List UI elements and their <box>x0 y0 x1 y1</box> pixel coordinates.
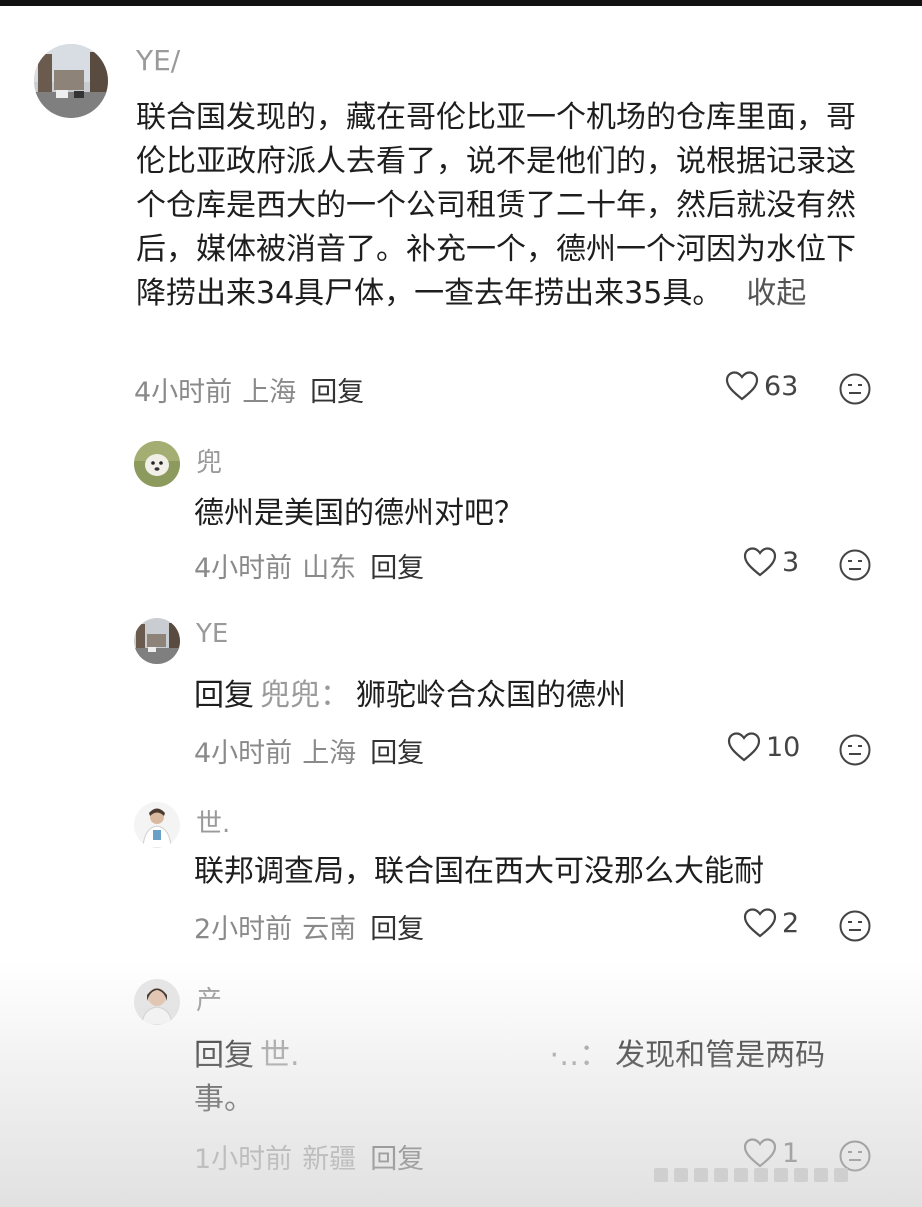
comment-meta: 4小时前 山东 回复 <box>194 546 424 585</box>
comment-meta: 1小时前 新疆 回复 <box>194 1137 424 1176</box>
like-count: 63 <box>764 370 799 402</box>
reply-to-name: 世. <box>260 1038 300 1073</box>
timestamp: 4小时前 <box>194 738 293 769</box>
heart-outline-icon <box>743 547 777 577</box>
username[interactable]: YE <box>196 619 228 649</box>
like-button[interactable]: 3 <box>742 546 799 578</box>
watermark-mark <box>774 1168 788 1182</box>
react-button[interactable] <box>838 909 872 947</box>
watermark <box>654 1161 904 1189</box>
reply-prefix: 回复 <box>194 678 254 713</box>
avatar[interactable] <box>134 441 180 487</box>
timestamp: 2小时前 <box>194 914 293 945</box>
comment-text: 回复 兜兜： 狮驼岭合众国的德州 <box>194 674 874 718</box>
like-button[interactable]: 2 <box>742 907 799 939</box>
username[interactable]: YE/ <box>136 44 180 77</box>
heart-outline-icon <box>725 371 759 401</box>
watermark-mark <box>734 1168 748 1182</box>
timestamp: 4小时前 <box>134 377 233 408</box>
like-count: 2 <box>782 907 800 939</box>
avatar-person-image <box>134 802 180 848</box>
location: 新疆 <box>302 1144 357 1175</box>
smiley-face-icon <box>839 910 871 942</box>
reply-to-user[interactable]: 世. ·‥： <box>260 1038 609 1073</box>
smiley-face-icon <box>839 373 871 405</box>
reply-button[interactable]: 回复 <box>370 553 424 584</box>
timestamp: 4小时前 <box>194 553 293 584</box>
reply-button[interactable]: 回复 <box>370 1144 424 1175</box>
location: 云南 <box>302 914 357 945</box>
avatar-dog-image <box>134 441 180 487</box>
watermark-mark <box>694 1168 708 1182</box>
username[interactable]: 产 <box>196 980 222 1017</box>
heart-outline-icon <box>743 908 777 938</box>
location: 上海 <box>302 738 357 769</box>
username[interactable]: 兜 <box>196 442 222 479</box>
reply-button[interactable]: 回复 <box>370 738 424 769</box>
watermark-mark <box>814 1168 828 1182</box>
avatar-person-image <box>134 979 180 1025</box>
like-button[interactable]: 10 <box>726 731 800 763</box>
avatar[interactable] <box>134 802 180 848</box>
react-button[interactable] <box>838 548 872 586</box>
like-count: 10 <box>766 731 801 763</box>
react-button[interactable] <box>838 372 872 410</box>
comment-text: 回复 世. ·‥： 发现和管是两码事。 <box>194 1034 874 1122</box>
comment-text: 联邦调查局，联合国在西大可没那么大能耐 <box>194 854 764 889</box>
reply-button[interactable]: 回复 <box>370 914 424 945</box>
watermark-mark <box>654 1168 668 1182</box>
reply-button[interactable]: 回复 <box>310 377 364 408</box>
watermark-mark <box>834 1168 848 1182</box>
comment-meta: 4小时前 上海 回复 <box>194 731 424 770</box>
reply-prefix: 回复 <box>194 1038 254 1073</box>
collapse-link[interactable]: 收起 <box>746 276 806 311</box>
avatar-street-image <box>134 618 180 664</box>
reply-to-user[interactable]: 兜兜： <box>260 678 350 713</box>
comment-meta: 2小时前 云南 回复 <box>194 907 424 946</box>
watermark-mark <box>794 1168 808 1182</box>
react-button[interactable] <box>838 733 872 771</box>
username[interactable]: 世. <box>196 803 230 840</box>
smiley-face-icon <box>839 549 871 581</box>
smiley-face-icon <box>839 734 871 766</box>
watermark-mark <box>674 1168 688 1182</box>
like-button[interactable]: 63 <box>724 370 798 402</box>
avatar[interactable] <box>134 979 180 1025</box>
location: 山东 <box>302 553 357 584</box>
avatar[interactable] <box>34 44 108 118</box>
comment-text: 德州是美国的德州对吧？ <box>194 496 524 531</box>
like-count: 3 <box>782 546 800 578</box>
top-edge-bar <box>0 0 922 6</box>
reply-to-suffix: ·‥： <box>549 1038 610 1073</box>
comment-body: 狮驼岭合众国的德州 <box>356 678 626 713</box>
watermark-mark <box>754 1168 768 1182</box>
location: 上海 <box>242 377 297 408</box>
comment-meta: 4小时前 上海 回复 <box>134 370 364 409</box>
avatar-street-image <box>34 44 108 118</box>
watermark-mark <box>714 1168 728 1182</box>
comment-text: 联合国发现的，藏在哥伦比亚一个机场的仓库里面，哥伦比亚政府派人去看了，说不是他们… <box>136 96 876 316</box>
avatar[interactable] <box>134 618 180 664</box>
heart-outline-icon <box>727 732 761 762</box>
timestamp: 1小时前 <box>194 1144 293 1175</box>
